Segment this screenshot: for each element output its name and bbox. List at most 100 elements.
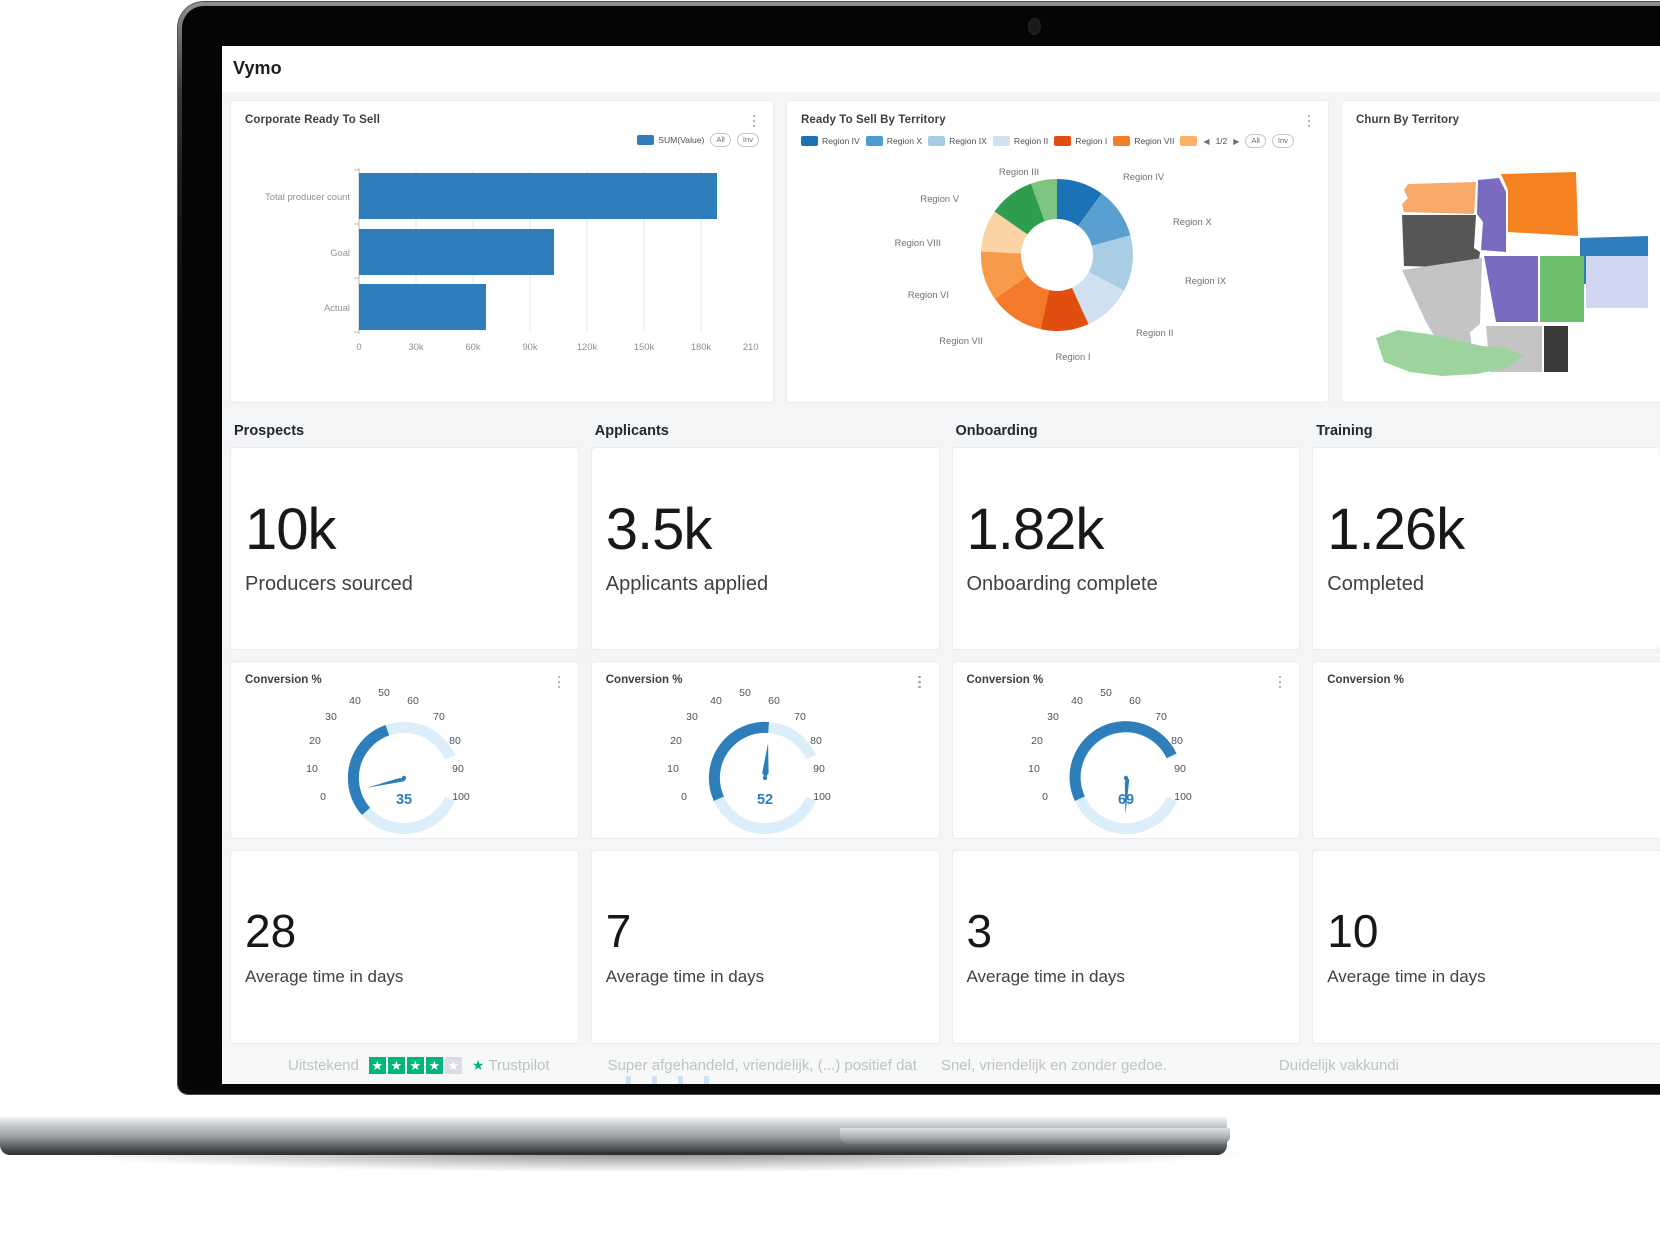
donut-label: Region V: [920, 193, 959, 204]
svg-text:30: 30: [686, 711, 698, 723]
svg-text:40: 40: [1071, 695, 1083, 707]
app-screen: Vymo Corporate Ready To Sell SUM(Value) …: [222, 46, 1660, 1084]
widget-title: Ready To Sell By Territory: [801, 114, 946, 126]
legend-label: Region II: [1013, 136, 1049, 146]
svg-text:Actual: Actual: [324, 302, 350, 313]
legend-swatch-icon: [801, 136, 818, 146]
bar-actual: [359, 284, 486, 330]
trustpilot-stars: [368, 1057, 462, 1074]
screenshot-stage: Vymo Corporate Ready To Sell SUM(Value) …: [0, 0, 1660, 1244]
svg-text:0: 0: [1042, 791, 1048, 803]
filter-all-button[interactable]: All: [1245, 134, 1266, 148]
map-region: [1544, 326, 1568, 372]
top-widget-row: Corporate Ready To Sell SUM(Value) All I…: [222, 92, 1660, 410]
svg-text:180k: 180k: [691, 341, 712, 352]
review-snippet: Duidelijk vakkundi: [1278, 1057, 1399, 1074]
legend-item[interactable]: Region X: [865, 136, 922, 146]
donut-label: Region II: [1136, 327, 1174, 338]
svg-text:100: 100: [1174, 791, 1192, 803]
widget-menu-icon[interactable]: [1273, 674, 1287, 690]
svg-text:90: 90: [813, 763, 825, 775]
legend-label: Region I: [1075, 136, 1108, 146]
legend-item[interactable]: Region VII: [1113, 136, 1174, 146]
app-header: Vymo: [222, 46, 1660, 92]
svg-text:10: 10: [307, 763, 319, 775]
svg-text:120k: 120k: [577, 341, 598, 352]
widget-title: Corporate Ready To Sell: [245, 114, 381, 126]
svg-text:Total producer count: Total producer count: [265, 191, 350, 202]
svg-text:60k: 60k: [465, 341, 480, 352]
gauge-card-training: Conversion %: [1313, 662, 1660, 838]
avg-time-card-onboarding: 3 Average time in days: [952, 851, 1300, 1043]
filter-inv-button[interactable]: Inv: [1271, 134, 1294, 148]
widget-menu-icon[interactable]: [747, 113, 761, 129]
avg-time-label: Average time in days: [605, 966, 765, 986]
bar-chart-svg: Total producer count Goal Actual 0 30k 6…: [265, 168, 763, 352]
kpi-label: Completed: [1327, 573, 1424, 595]
avg-time-value: 28: [245, 904, 297, 957]
star-icon: [425, 1057, 443, 1074]
legend-item[interactable]: SUM(Value): [637, 135, 704, 145]
dashboard: Corporate Ready To Sell SUM(Value) All I…: [222, 92, 1660, 1043]
widget-menu-icon[interactable]: [1302, 113, 1316, 129]
legend-next-icon[interactable]: ▶: [1233, 137, 1239, 146]
bar-legend: SUM(Value) All Inv: [245, 132, 759, 148]
widget-churn-by-territory: Churn By Territory: [1342, 101, 1660, 402]
kpi-card-applicants: 3.5k Applicants applied: [591, 448, 939, 649]
gauge-title: Conversion %: [1327, 674, 1404, 686]
avg-time-card-row: 28 Average time in days 7 Average time i…: [222, 851, 1660, 1043]
donut-chart: Region IV Region X Region IX Region II R…: [801, 151, 1314, 377]
legend-item[interactable]: [1180, 136, 1198, 146]
svg-text:50: 50: [379, 687, 391, 699]
widget-ready-to-sell-by-territory: Ready To Sell By Territory Region IV Reg…: [787, 101, 1328, 402]
filter-all-button[interactable]: All: [710, 133, 731, 147]
trustpilot-brand-label: Trustpilot: [488, 1057, 550, 1074]
avg-time-label: Average time in days: [1327, 966, 1486, 986]
svg-text:70: 70: [794, 711, 806, 723]
gauge-card-row: Conversion % 35 0 10 20 30 40 50 60 70 8…: [222, 662, 1660, 838]
legend-prev-icon[interactable]: ◀: [1203, 137, 1209, 146]
gauge-card-prospects: Conversion % 35 0 10 20 30 40 50 60 70 8…: [231, 662, 578, 838]
accent-tick: [678, 1076, 683, 1084]
svg-text:210k: 210k: [743, 341, 759, 352]
filter-inv-button[interactable]: Inv: [736, 133, 759, 147]
legend-item[interactable]: Region I: [1054, 136, 1107, 146]
svg-text:90: 90: [1174, 763, 1186, 775]
svg-text:20: 20: [670, 735, 682, 747]
stage-col-onboarding: Onboarding: [953, 413, 1300, 448]
svg-text:50: 50: [739, 687, 751, 699]
svg-text:10: 10: [667, 763, 679, 775]
kpi-value: 1.82k: [966, 497, 1105, 562]
gauge-card-onboarding: Conversion % 69 0 10 20 30 40 50 60 70 8…: [952, 662, 1300, 838]
legend-item[interactable]: Region II: [992, 136, 1049, 146]
kpi-card-training: 1.26k Completed: [1313, 448, 1660, 649]
svg-text:0: 0: [320, 791, 326, 803]
gauge-value: 69: [1118, 792, 1134, 808]
svg-text:80: 80: [450, 735, 462, 747]
legend-item[interactable]: Region IX: [928, 136, 987, 146]
gauge-svg-52: 52 0 10 20 30 40 50 60 70 80 90 100: [667, 687, 831, 834]
avg-time-value: 10: [1327, 904, 1379, 957]
stage-title-row: Prospects Applicants Onboarding Training: [222, 410, 1660, 448]
svg-text:90k: 90k: [522, 341, 537, 352]
kpi-card-row: 10k Producers sourced 3.5k Applicants ap…: [222, 448, 1660, 649]
map-region: [1402, 182, 1476, 214]
svg-text:40: 40: [350, 695, 362, 707]
donut-label: Region VIII: [895, 237, 941, 248]
svg-text:90: 90: [453, 763, 465, 775]
stage-col-prospects: Prospects: [231, 413, 578, 448]
svg-text:70: 70: [1155, 711, 1167, 723]
widget-menu-icon[interactable]: [552, 674, 566, 690]
legend-item[interactable]: Region IV: [801, 136, 860, 146]
avg-time-value: 3: [966, 904, 993, 957]
kpi-card-onboarding: 1.82k Onboarding complete: [952, 448, 1300, 649]
svg-text:80: 80: [1171, 735, 1183, 747]
svg-text:60: 60: [768, 695, 780, 707]
avg-time-value: 7: [605, 904, 632, 957]
svg-text:10: 10: [1028, 763, 1040, 775]
svg-text:40: 40: [710, 695, 722, 707]
widget-menu-icon[interactable]: [913, 674, 927, 690]
laptop-foot: [840, 1128, 1230, 1144]
gauge-svg-69: 69 0 10 20 30 40 50 60 70 80 90 100: [1028, 687, 1192, 834]
kpi-value: 3.5k: [605, 497, 713, 562]
